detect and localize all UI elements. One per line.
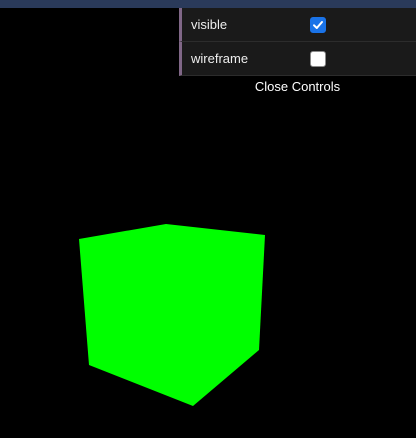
visible-label: visible (191, 17, 228, 32)
cube (79, 224, 265, 406)
visible-checkbox[interactable] (310, 17, 326, 33)
visible-row[interactable]: visible (179, 8, 416, 42)
controls-panel: visible wireframe Close Controls (179, 8, 416, 98)
checkmark-icon (313, 21, 323, 29)
wireframe-row[interactable]: wireframe (179, 42, 416, 76)
wireframe-label: wireframe (191, 51, 249, 66)
wireframe-checkbox[interactable] (310, 51, 326, 67)
close-controls-button[interactable]: Close Controls (179, 76, 416, 98)
